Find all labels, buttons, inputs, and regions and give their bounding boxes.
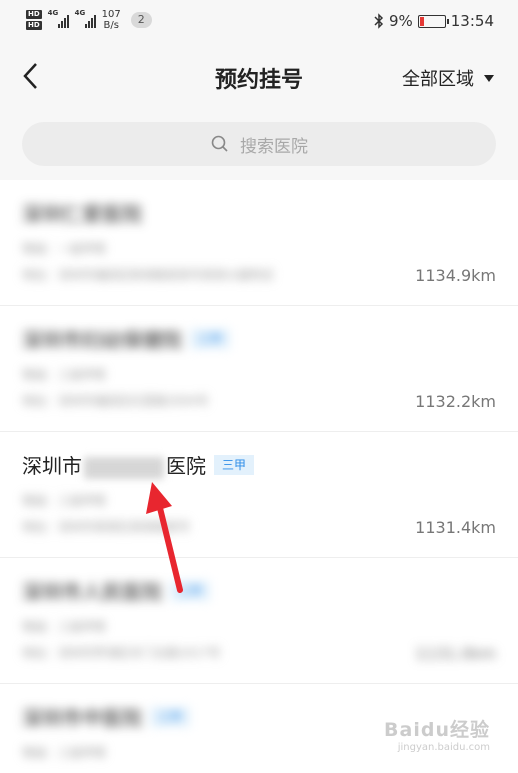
hospital-address: 地址：深圳市某某区某某路某号 <box>22 520 191 534</box>
hospital-level-badge: 三甲 <box>190 328 231 349</box>
hospital-name: 深圳仁爱医院 <box>22 202 142 226</box>
network-type: 4G <box>47 9 59 17</box>
watermark-brand: Baidu经验 <box>384 719 490 741</box>
redacted-text <box>84 456 164 479</box>
hospital-name-prefix: 深圳市 <box>22 454 82 478</box>
notification-count-badge: 2 <box>130 12 152 28</box>
hospital-item[interactable]: 深圳市 医院 三甲 等级：三级甲等 地址：深圳市某某区某某路某号 1131.4km <box>0 432 518 558</box>
status-left: HD HD 4G 4G 107 B/s 2 <box>26 9 152 31</box>
network-speed: 107 B/s <box>102 9 121 31</box>
signal-icon: 4G <box>74 9 96 28</box>
region-label: 全部区域 <box>402 69 474 90</box>
hospital-name-row: 深圳市人民医院 三甲 <box>22 576 211 605</box>
hospital-distance: 1131.4km <box>415 518 496 537</box>
hospital-level: 等级：三级甲等 <box>22 620 107 634</box>
hospital-name-suffix: 医院 <box>166 454 206 478</box>
network-type: 4G <box>74 9 86 17</box>
hospital-name-row: 深圳市妇幼保健院 三甲 <box>22 324 231 353</box>
hd-icon: HD <box>26 10 42 19</box>
hospital-item[interactable]: 深圳市妇幼保健院 三甲 等级：三级甲等 地址：深圳市福田区红荔路2004号 11… <box>0 306 518 432</box>
hospital-name: 深圳市中医院 <box>22 706 142 730</box>
search-section: 搜索医院 <box>0 108 518 180</box>
hospital-level-badge: 三甲 <box>170 580 211 601</box>
hospital-level-badge: 三甲 <box>214 454 255 475</box>
hd-icon: HD <box>26 21 42 30</box>
hospital-name-row: 深圳仁爱医院 <box>22 198 142 227</box>
watermark-url: jingyan.baidu.com <box>397 742 490 753</box>
region-selector[interactable]: 全部区域 <box>402 65 494 91</box>
status-right: 9% 13:54 <box>374 12 494 30</box>
battery-percent: 9% <box>388 12 413 30</box>
hospital-address: 地址：深圳市福田区红荔路2004号 <box>22 394 209 408</box>
hospital-distance: 1131.0km <box>415 644 496 663</box>
hospital-level-badge: 三甲 <box>150 706 191 727</box>
hospital-name-row: 深圳市中医院 三甲 <box>22 702 191 731</box>
hospital-list: 深圳仁爱医院 等级：一级甲等 地址：深圳市福田区新闻路某某号某某大厦附近 113… <box>0 180 518 773</box>
hd-indicators: HD HD <box>26 10 42 30</box>
clock: 13:54 <box>450 12 494 30</box>
signal-icon: 4G <box>47 9 69 28</box>
hospital-item[interactable]: 深圳仁爱医院 等级：一级甲等 地址：深圳市福田区新闻路某某号某某大厦附近 113… <box>0 180 518 306</box>
hospital-address: 地址：深圳市罗湖区东门北路1017号 <box>22 646 221 660</box>
hospital-distance: 1132.2km <box>415 392 496 411</box>
caret-down-icon <box>484 74 494 82</box>
hospital-item[interactable]: 深圳市人民医院 三甲 等级：三级甲等 地址：深圳市罗湖区东门北路1017号 11… <box>0 558 518 684</box>
hospital-name-row: 深圳市 医院 三甲 <box>22 450 255 479</box>
hospital-level: 等级：三级甲等 <box>22 746 107 760</box>
hospital-address: 地址：深圳市福田区新闻路某某号某某大厦附近 <box>22 268 275 282</box>
watermark: Baidu经验 jingyan.baidu.com <box>384 715 490 753</box>
speed-unit: B/s <box>103 20 119 31</box>
hospital-level: 等级：三级甲等 <box>22 368 107 382</box>
search-input[interactable]: 搜索医院 <box>22 122 496 166</box>
hospital-name: 深圳市人民医院 <box>22 580 162 604</box>
hospital-name: 深圳市 医院 <box>22 450 206 479</box>
app-header: 预约挂号 全部区域 <box>0 44 518 108</box>
battery-icon <box>417 14 449 28</box>
status-bar: HD HD 4G 4G 107 B/s 2 9% 13:54 <box>0 0 518 44</box>
search-placeholder: 搜索医院 <box>240 136 308 157</box>
search-icon <box>211 135 228 152</box>
hospital-level: 等级：三级甲等 <box>22 494 107 508</box>
hospital-name: 深圳市妇幼保健院 <box>22 328 182 352</box>
bluetooth-icon <box>374 13 384 29</box>
speed-value: 107 <box>101 9 121 20</box>
hospital-distance: 1134.9km <box>415 266 496 285</box>
hospital-level: 等级：一级甲等 <box>22 242 107 256</box>
